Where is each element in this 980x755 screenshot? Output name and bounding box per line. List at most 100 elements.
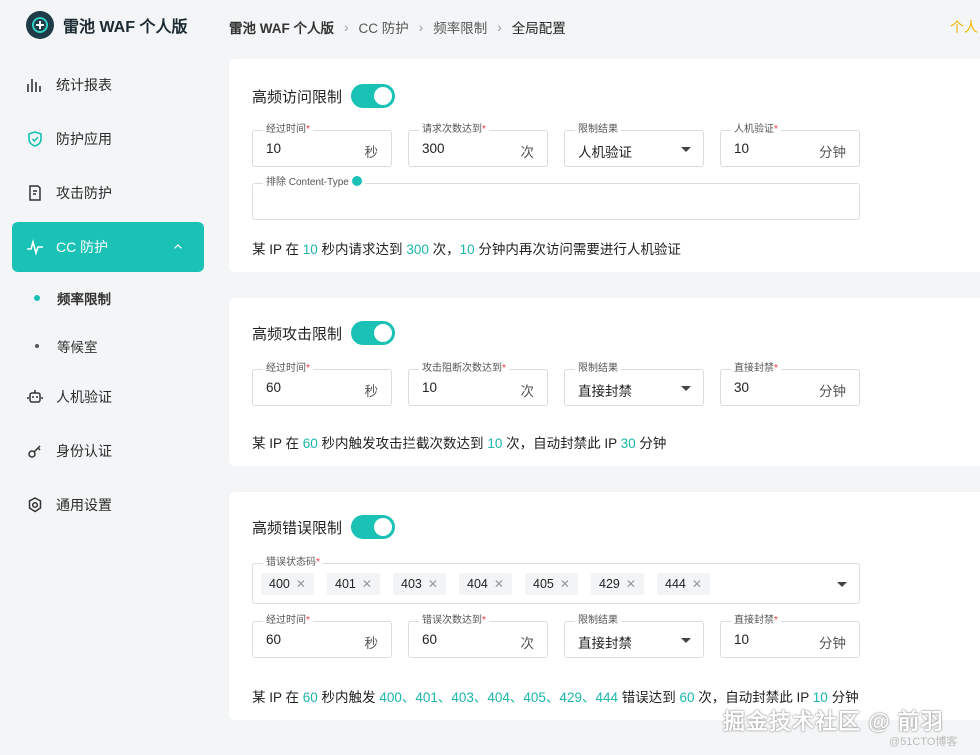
block-count-field[interactable]: 攻击阻断次数达到* 10 次 <box>408 362 548 406</box>
attack-limit-card: 高频攻击限制 经过时间* 60 秒 攻击阻断次数达到* 10 次 限制结果 直接… <box>229 298 980 466</box>
field-unit: 秒 <box>364 384 379 399</box>
field-label: 直接封禁* <box>731 614 781 628</box>
close-icon[interactable]: ✕ <box>296 577 306 591</box>
summary-value: 10 <box>459 242 475 257</box>
field-label-text: 人机验证 <box>734 124 774 135</box>
error-code-chip: 403 ✕ <box>393 573 446 595</box>
exclude-content-type-input[interactable]: 排除 Content-Type <box>252 176 860 220</box>
sidebar-item-label: 频率限制 <box>57 292 111 307</box>
time-field[interactable]: 经过时间* 60 秒 <box>252 614 392 658</box>
result-select[interactable]: 限制结果 人机验证 <box>564 123 704 167</box>
field-label-text: 经过时间 <box>266 124 306 135</box>
field-label-text: 经过时间 <box>266 363 306 374</box>
error-code-chip: 405 ✕ <box>525 573 578 595</box>
sidebar-item-apps[interactable]: 防护应用 <box>12 112 204 166</box>
error-code-chip: 444 ✕ <box>657 573 710 595</box>
field-value: 10 <box>422 380 438 395</box>
sidebar-item-attack[interactable]: 攻击防护 <box>12 166 204 220</box>
summary-value: 60 <box>679 690 695 705</box>
field-unit: 秒 <box>364 636 379 651</box>
info-icon[interactable] <box>351 176 362 186</box>
field-label: 经过时间* <box>263 123 313 137</box>
summary-text: 分钟 <box>827 690 859 705</box>
chip-label: 400 <box>269 577 290 591</box>
close-icon[interactable]: ✕ <box>692 577 702 591</box>
error-summary: 某 IP 在 60 秒内触发 400、401、403、404、405、429、4… <box>252 686 859 706</box>
breadcrumb-separator-icon: › <box>497 19 502 35</box>
sidebar-subitem-rate-limit[interactable]: 频率限制 <box>12 274 204 322</box>
sidebar-item-settings[interactable]: 通用设置 <box>12 478 204 532</box>
dot-icon <box>35 344 39 348</box>
required-mark: * <box>306 615 310 626</box>
pulse-icon <box>27 239 43 256</box>
error-limit-card: 高频错误限制 错误状态码* 400 ✕ 401 ✕ 403 ✕ 404 ✕ 405 ✕ 4… <box>229 492 980 720</box>
sidebar-item-auth[interactable]: 身份认证 <box>12 424 204 478</box>
close-icon[interactable]: ✕ <box>560 577 570 591</box>
summary-text: 次， <box>428 242 460 257</box>
chip-label: 404 <box>467 577 488 591</box>
card-title: 高频访问限制 <box>252 88 343 106</box>
key-icon <box>28 445 41 458</box>
error-count-field[interactable]: 错误次数达到* 60 次 <box>408 614 548 658</box>
summary-text: 秒内请求达到 <box>317 242 407 257</box>
field-value: 60 <box>266 632 282 647</box>
summary-text: 某 IP 在 <box>252 242 303 257</box>
summary-text: 某 IP 在 <box>252 436 303 451</box>
time-field[interactable]: 经过时间* 60 秒 <box>252 362 392 406</box>
sidebar-item-label: CC 防护 <box>56 239 109 255</box>
watermark-sub: @51CTO博客 <box>889 736 958 748</box>
field-value: 直接封禁 <box>578 384 632 399</box>
summary-value: 60 <box>302 436 318 451</box>
required-mark: * <box>774 363 778 374</box>
breadcrumb-separator-icon: › <box>418 19 424 35</box>
field-label: 经过时间* <box>263 614 313 628</box>
summary-text: 错误达到 <box>617 690 680 705</box>
result-select[interactable]: 限制结果 直接封禁 <box>564 614 704 658</box>
active-dot-icon <box>34 295 40 301</box>
close-icon[interactable]: ✕ <box>494 577 504 591</box>
error-limit-toggle[interactable] <box>351 515 396 539</box>
breadcrumb-separator-icon: › <box>344 19 349 35</box>
ban-duration-field[interactable]: 直接封禁* 10 分钟 <box>720 614 860 658</box>
summary-value: 10 <box>487 436 503 451</box>
field-label-text: 排除 Content-Type <box>266 177 349 188</box>
error-code-chip: 404 ✕ <box>459 573 512 595</box>
sidebar-item-cc[interactable]: CC 防护 <box>12 222 204 272</box>
attack-summary: 某 IP 在 60 秒内触发攻击拦截次数达到 10 次，自动封禁此 IP 30 … <box>252 432 666 452</box>
close-icon[interactable]: ✕ <box>626 577 636 591</box>
breadcrumb-item[interactable]: 频率限制 <box>433 17 487 37</box>
close-icon[interactable]: ✕ <box>362 577 372 591</box>
field-label: 经过时间* <box>263 362 313 376</box>
access-limit-toggle[interactable] <box>351 84 396 108</box>
field-value: 10 <box>734 141 750 156</box>
sidebar-item-stats[interactable]: 统计报表 <box>12 58 204 112</box>
captcha-duration-field[interactable]: 人机验证* 10 分钟 <box>720 123 860 167</box>
field-value: 直接封禁 <box>578 636 632 651</box>
error-codes-select[interactable]: 错误状态码* 400 ✕ 401 ✕ 403 ✕ 404 ✕ 405 ✕ 429 ✕ 444… <box>252 556 860 604</box>
field-value: 300 <box>422 141 445 156</box>
breadcrumb-item[interactable]: 雷池 WAF 个人版 <box>229 17 334 37</box>
summary-text: 分钟 <box>635 436 667 451</box>
field-value: 10 <box>266 141 282 156</box>
result-select[interactable]: 限制结果 直接封禁 <box>564 362 704 406</box>
field-label-text: 错误次数达到 <box>422 615 482 626</box>
header-user-link[interactable]: 个人 <box>950 17 980 37</box>
ban-duration-field[interactable]: 直接封禁* 30 分钟 <box>720 362 860 406</box>
sidebar-item-captcha[interactable]: 人机验证 <box>12 370 204 424</box>
summary-value: 10 <box>812 690 828 705</box>
time-field[interactable]: 经过时间* 10 秒 <box>252 123 392 167</box>
request-count-field[interactable]: 请求次数达到* 300 次 <box>408 123 548 167</box>
required-mark: * <box>316 557 320 568</box>
close-icon[interactable]: ✕ <box>428 577 438 591</box>
summary-value: 60 <box>302 690 318 705</box>
sidebar-subitem-waiting-room[interactable]: 等候室 <box>12 322 204 370</box>
error-code-chip: 401 ✕ <box>327 573 380 595</box>
field-label: 错误次数达到* <box>419 614 489 628</box>
breadcrumb-item[interactable]: CC 防护 <box>359 17 409 37</box>
field-unit: 秒 <box>364 145 379 160</box>
chevron-up-icon[interactable] <box>172 241 184 253</box>
attack-limit-toggle[interactable] <box>351 321 396 345</box>
sidebar-item-label: 身份认证 <box>56 443 112 459</box>
access-limit-card: 高频访问限制 经过时间* 10 秒 请求次数达到* 300 次 限制结果 人机验… <box>229 59 980 272</box>
app-logo[interactable]: 雷池 WAF 个人版 <box>26 11 187 39</box>
